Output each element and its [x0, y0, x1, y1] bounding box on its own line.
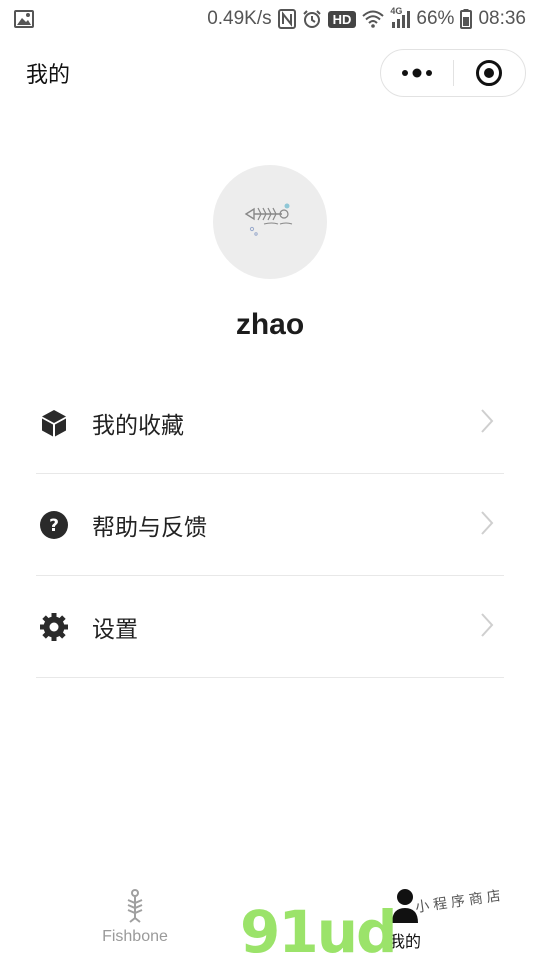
menu-item-help-feedback[interactable]: ? 帮助与反馈	[36, 474, 504, 576]
title-bar: 我的	[0, 46, 540, 100]
user-icon	[392, 889, 418, 923]
tab-label: 我的	[388, 934, 421, 951]
tab-bar: Fishbone 我的	[0, 880, 540, 960]
battery-percent: 66%	[416, 8, 455, 29]
cube-icon	[38, 407, 70, 439]
page-title: 我的	[26, 62, 71, 87]
more-button[interactable]	[381, 50, 453, 96]
gallery-notification-icon	[14, 10, 34, 28]
menu-item-favorites[interactable]: 我的收藏	[36, 372, 504, 474]
hd-badge: HD	[327, 10, 357, 28]
close-button[interactable]	[454, 50, 526, 96]
chevron-right-icon	[481, 409, 494, 433]
wifi-icon	[362, 10, 385, 28]
battery-icon	[460, 9, 473, 29]
signal-icon: 4G	[390, 6, 411, 28]
status-left	[14, 10, 34, 28]
chevron-right-icon	[481, 613, 494, 637]
tab-fishbone[interactable]: Fishbone	[0, 880, 270, 960]
fishbone-icon	[127, 889, 143, 923]
clock: 08:36	[478, 8, 526, 29]
menu-list: 我的收藏 ? 帮助与反馈 设置	[36, 372, 504, 678]
menu-item-label: 帮助与反馈	[92, 513, 207, 540]
menu-item-label: 设置	[92, 615, 138, 642]
help-icon: ?	[38, 509, 70, 541]
more-dots-icon	[401, 68, 432, 78]
target-close-icon	[476, 60, 503, 86]
network-speed: 0.49K/s	[207, 8, 272, 29]
status-right: 0.49K/s HD 4G 66% 08:36	[207, 6, 526, 30]
status-bar: 0.49K/s HD 4G 66% 08:36	[0, 0, 540, 38]
avatar[interactable]	[213, 165, 327, 279]
svg-text:?: ?	[49, 516, 59, 536]
alarm-icon	[302, 9, 322, 29]
tab-mine[interactable]: 我的	[270, 880, 540, 960]
network-type: 4G	[390, 6, 403, 16]
menu-item-settings[interactable]: 设置	[36, 576, 504, 678]
settings-icon	[38, 611, 70, 643]
chevron-right-icon	[481, 511, 494, 535]
username: zhao	[235, 308, 305, 341]
mini-program-capsule	[380, 49, 526, 97]
fishbone-logo-icon	[244, 203, 293, 236]
menu-item-label: 我的收藏	[92, 411, 184, 438]
tab-label: Fishbone	[102, 928, 168, 945]
nfc-icon	[277, 9, 296, 29]
